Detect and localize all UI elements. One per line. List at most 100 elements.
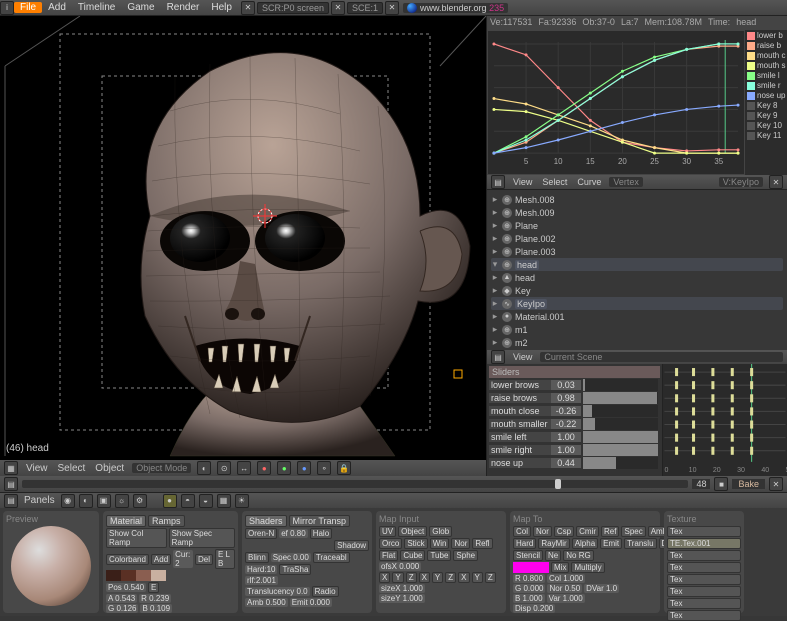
context-object-icon[interactable]: ▣ — [97, 494, 111, 508]
axis-button[interactable]: X — [419, 572, 430, 583]
translucency-field[interactable]: Translucency 0.0 — [245, 587, 310, 596]
axis-button[interactable]: Z — [445, 572, 456, 583]
keyframe-tracks[interactable]: 01020304050 — [663, 364, 787, 476]
proj-button[interactable]: Cube — [400, 550, 425, 561]
tab-material[interactable]: Material — [106, 515, 146, 527]
manipulator-icon[interactable]: ↔ — [237, 461, 251, 475]
outliner-node[interactable]: ▸⊕Mesh.008 — [491, 193, 783, 206]
ofsx-field[interactable]: ofsX 0.000 — [379, 562, 421, 571]
outliner-node[interactable]: ▸⊕Plane — [491, 219, 783, 232]
legend-entry[interactable]: lower b — [747, 31, 787, 40]
frame-number-field[interactable]: 48 — [692, 479, 710, 489]
subtab-lamp-icon[interactable]: ◒ — [199, 494, 213, 508]
cur-field[interactable]: Cur: 2 — [173, 550, 193, 568]
sizex-field[interactable]: sizeX 1.000 — [379, 584, 425, 593]
legend-entry[interactable]: raise b — [747, 41, 787, 50]
e-button[interactable]: E — [148, 582, 159, 593]
mapto-button[interactable]: Csp — [554, 526, 574, 537]
spec-shader-dd[interactable]: Blinn — [245, 552, 269, 563]
snap-icon[interactable]: ⚬ — [317, 461, 331, 475]
outliner-node[interactable]: ▸⊕m1 — [491, 323, 783, 336]
shape-key-slider[interactable]: mouth smaller-0.22 — [489, 418, 660, 430]
hard-field[interactable]: Hard:10 — [245, 565, 277, 574]
legend-entry[interactable]: Key 9 — [747, 111, 787, 120]
oren-val[interactable]: ef 0.80 — [279, 529, 307, 538]
axis-z-icon[interactable]: ● — [297, 461, 311, 475]
menu-render[interactable]: Render — [161, 2, 206, 13]
ipo-view-menu[interactable]: View — [511, 177, 534, 187]
legend-entry[interactable]: nose up — [747, 91, 787, 100]
editor-type-icon[interactable]: ▤ — [491, 350, 505, 364]
nor-field[interactable]: Nor 0.50 — [547, 584, 582, 593]
diffuse-shader-dd[interactable]: Oren-N — [245, 528, 277, 539]
shading-icon[interactable]: ◐ — [197, 461, 211, 475]
texture-slot[interactable]: Tex — [667, 526, 741, 537]
coord-button[interactable]: UV — [379, 526, 396, 537]
coord-button[interactable]: Glob — [429, 526, 452, 537]
stencil-button[interactable]: No RG — [563, 550, 593, 561]
spec-field[interactable]: Spec 0.00 — [271, 553, 311, 562]
shape-key-slider[interactable]: mouth close-0.26 — [489, 405, 660, 417]
mapto-button[interactable]: Emit — [600, 538, 622, 549]
outliner-node[interactable]: ▸⊕Mesh.009 — [491, 206, 783, 219]
tab-shaders[interactable]: Shaders — [245, 515, 287, 527]
subtab-material-icon[interactable]: ● — [163, 494, 177, 508]
mapto-button[interactable]: RayMir — [538, 538, 569, 549]
show-spec-ramp-button[interactable]: Show Spec Ramp — [169, 528, 235, 548]
axis-button[interactable]: Y — [432, 572, 443, 583]
show-col-ramp-button[interactable]: Show Col Ramp — [106, 528, 167, 548]
legend-entry[interactable]: Key 8 — [747, 101, 787, 110]
mapto-button[interactable]: Col — [513, 526, 531, 537]
traceable-toggle[interactable]: Traceabl — [313, 552, 350, 563]
subtab-world-icon[interactable]: ◓ — [181, 494, 195, 508]
view-menu[interactable]: View — [24, 463, 50, 474]
axis-button[interactable]: Y — [392, 572, 403, 583]
outliner-node[interactable]: ▸⊕Plane.002 — [491, 232, 783, 245]
shape-key-slider[interactable]: smile right1.00 — [489, 444, 660, 456]
menu-timeline[interactable]: Timeline — [72, 2, 121, 13]
proj-button[interactable]: Tube — [427, 550, 451, 561]
trasha-toggle[interactable]: TraSha — [279, 564, 311, 575]
mapto-button[interactable]: Hard — [513, 538, 536, 549]
mapto-button[interactable]: Cmir — [576, 526, 599, 537]
coord-button[interactable]: Object — [398, 526, 427, 537]
norg-toggle[interactable]: Mix — [551, 562, 569, 573]
menu-file[interactable]: File — [14, 2, 42, 13]
editor-type-icon[interactable]: ▤ — [491, 175, 505, 189]
interp-dd[interactable]: E L B — [215, 549, 235, 569]
outliner-node[interactable]: ▸●Material.001 — [491, 310, 783, 323]
texture-slot[interactable]: Tex — [667, 610, 741, 621]
outliner-view-menu[interactable]: View — [511, 352, 534, 362]
axis-button[interactable]: X — [379, 572, 390, 583]
sizey-field[interactable]: sizeY 1.000 — [379, 594, 425, 603]
axis-x-icon[interactable]: ● — [257, 461, 271, 475]
legend-entry[interactable]: mouth s — [747, 61, 787, 70]
action-tracks[interactable]: 01020304050 — [662, 364, 787, 476]
ipo-curve-editor[interactable]: 5101520253035 lower braise bmouth cmouth… — [487, 30, 787, 190]
mapto-button[interactable]: Translu — [624, 538, 656, 549]
ipo-keyipo-dd[interactable]: V:KeyIpo — [719, 177, 763, 187]
stencil-button[interactable]: Stencil — [513, 550, 543, 561]
mapto-button[interactable]: Ref — [601, 526, 619, 537]
frame-scrubber[interactable] — [22, 480, 688, 488]
x-icon[interactable]: ✕ — [769, 477, 783, 491]
tab-mirror-transp[interactable]: Mirror Transp — [289, 515, 351, 527]
shape-key-slider[interactable]: smile left1.00 — [489, 431, 660, 443]
add-button[interactable]: Add — [151, 554, 171, 565]
ipo-x-icon[interactable]: ✕ — [769, 175, 783, 189]
outliner-filter-dd[interactable]: Current Scene — [540, 352, 783, 362]
col-field[interactable]: Col 1.000 — [547, 574, 585, 583]
coord-button[interactable]: Win — [430, 538, 450, 549]
context-script-icon[interactable]: ⚙ — [133, 494, 147, 508]
del-button[interactable]: Del — [195, 554, 213, 565]
scrub-handle-icon[interactable] — [555, 479, 561, 489]
menu-help[interactable]: Help — [205, 2, 238, 13]
b-field[interactable]: B 1.000 — [513, 594, 545, 603]
coord-button[interactable]: Orco — [379, 538, 402, 549]
proj-button[interactable]: Flat — [379, 550, 398, 561]
axis-button[interactable]: Z — [406, 572, 417, 583]
disp-field[interactable]: Disp 0.200 — [513, 604, 555, 613]
legend-entry[interactable]: smile l — [747, 71, 787, 80]
ipo-vertex-dd[interactable]: Vertex — [609, 177, 643, 187]
editor-type-icon[interactable]: ▤ — [4, 477, 18, 491]
